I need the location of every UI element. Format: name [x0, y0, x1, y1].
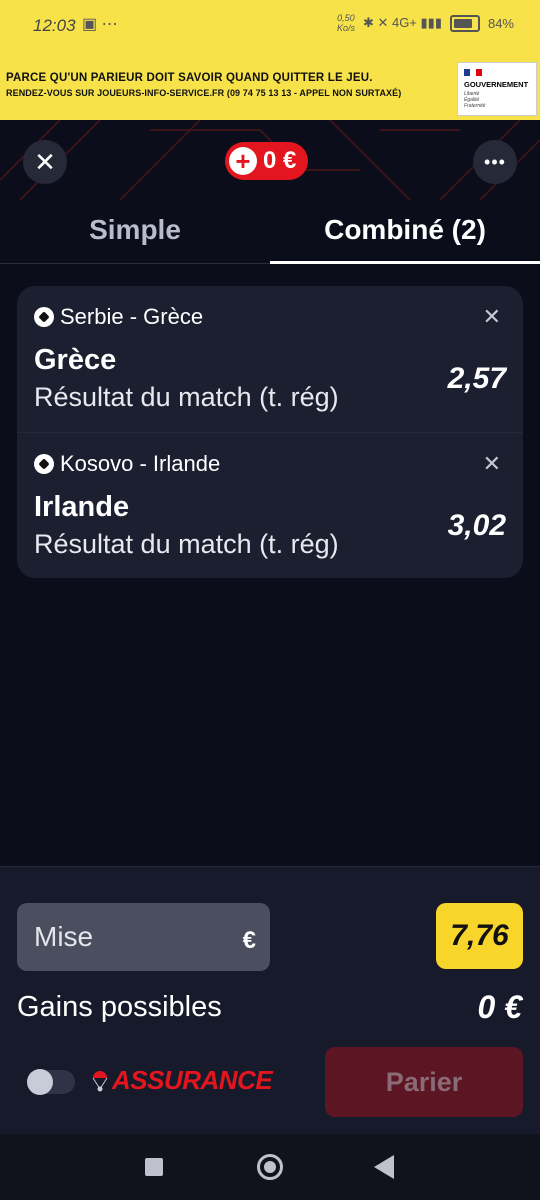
- currency-symbol: €: [242, 927, 256, 954]
- tab-simple[interactable]: Simple: [0, 214, 270, 246]
- bet-panel: Mise € 7,76 Gains possibles 0 € ASSURANC…: [0, 866, 540, 1135]
- more-button[interactable]: •••: [473, 140, 517, 184]
- selection-match: Kosovo - Irlande: [34, 451, 220, 477]
- balance-amount: 0 €: [263, 147, 297, 174]
- status-bar: 12:03 ▣ ⋯ 0,50 Ko/s ✱ ✕ 4G+ ▮▮▮ 84%: [0, 0, 540, 50]
- selection-item: Kosovo - Irlande ✕ Irlande Résultat du m…: [17, 432, 523, 578]
- total-odds-badge: 7,76: [436, 903, 523, 969]
- balance-pill[interactable]: + 0 €: [225, 142, 309, 180]
- back-icon[interactable]: [374, 1155, 394, 1179]
- remove-selection-button[interactable]: ✕: [483, 304, 501, 330]
- government-motto: Liberté Égalité Fraternité: [464, 91, 486, 109]
- french-flag-icon: [464, 69, 482, 76]
- battery-icon: [449, 14, 480, 32]
- battery-percent: 84%: [487, 15, 514, 31]
- tab-combine[interactable]: Combiné (2): [270, 214, 540, 246]
- network-speed-value: 0,50: [337, 13, 355, 23]
- network-speed-unit: Ko/s: [336, 23, 355, 33]
- match-name: Serbie - Grèce: [60, 304, 204, 329]
- selection-pick: Irlande: [34, 491, 130, 523]
- stake-input[interactable]: Mise €: [17, 903, 270, 971]
- parachute-icon: [92, 1070, 108, 1091]
- selection-market: Résultat du match (t. rég): [34, 529, 339, 559]
- betslip-header: ✕ + 0 € •••: [0, 120, 540, 200]
- match-name: Kosovo - Irlande: [60, 451, 221, 476]
- home-icon[interactable]: [257, 1154, 283, 1180]
- bet-type-tabs: Simple Combiné (2): [0, 200, 540, 264]
- selection-pick: Grèce: [34, 344, 117, 376]
- plus-icon: +: [229, 147, 257, 175]
- banner-line-2: RENDEZ-VOUS SUR JOUEURS-INFO-SERVICE.FR …: [6, 88, 402, 98]
- responsible-gambling-banner: PARCE QU'UN PARIEUR DOIT SAVOIR QUAND QU…: [0, 50, 540, 120]
- selection-odd: 3,02: [447, 509, 506, 542]
- recent-apps-icon[interactable]: [145, 1158, 163, 1176]
- status-time: 12:03: [33, 16, 76, 35]
- place-bet-button[interactable]: Parier: [325, 1047, 523, 1117]
- football-icon: [34, 454, 54, 474]
- remove-selection-button[interactable]: ✕: [483, 451, 501, 477]
- status-right: 0,50 Ko/s ✱ ✕ 4G+ ▮▮▮ 84%: [337, 13, 514, 33]
- network-speed: 0,50 Ko/s: [337, 13, 355, 33]
- banner-line-1: PARCE QU'UN PARIEUR DOIT SAVOIR QUAND QU…: [6, 72, 373, 84]
- signal-icons: ✱ ✕ 4G+ ▮▮▮: [362, 15, 442, 30]
- football-icon: [34, 307, 54, 327]
- selection-item: Serbie - Grèce ✕ Grèce Résultat du match…: [17, 286, 523, 432]
- selections-card: Serbie - Grèce ✕ Grèce Résultat du match…: [17, 286, 523, 578]
- selection-odd: 2,57: [447, 362, 506, 395]
- government-name: GOUVERNEMENT: [464, 80, 529, 89]
- close-icon: ✕: [34, 146, 56, 177]
- notification-icons: ▣ ⋯: [82, 16, 118, 33]
- winnings-value: 0 €: [477, 989, 522, 1025]
- toggle-knob: [27, 1069, 53, 1095]
- winnings-label: Gains possibles: [17, 991, 222, 1023]
- insurance-label: ASSURANCE: [92, 1065, 273, 1096]
- insurance-text: ASSURANCE: [112, 1065, 273, 1095]
- active-tab-indicator: [270, 261, 540, 264]
- government-logo: GOUVERNEMENT Liberté Égalité Fraternité: [457, 62, 537, 116]
- more-icon: •••: [484, 151, 506, 172]
- insurance-toggle[interactable]: [27, 1069, 75, 1095]
- selection-market: Résultat du match (t. rég): [34, 382, 339, 412]
- stake-placeholder: Mise: [34, 921, 94, 952]
- system-navigation-bar: [0, 1134, 540, 1200]
- close-button[interactable]: ✕: [23, 140, 67, 184]
- selection-match: Serbie - Grèce: [34, 304, 203, 330]
